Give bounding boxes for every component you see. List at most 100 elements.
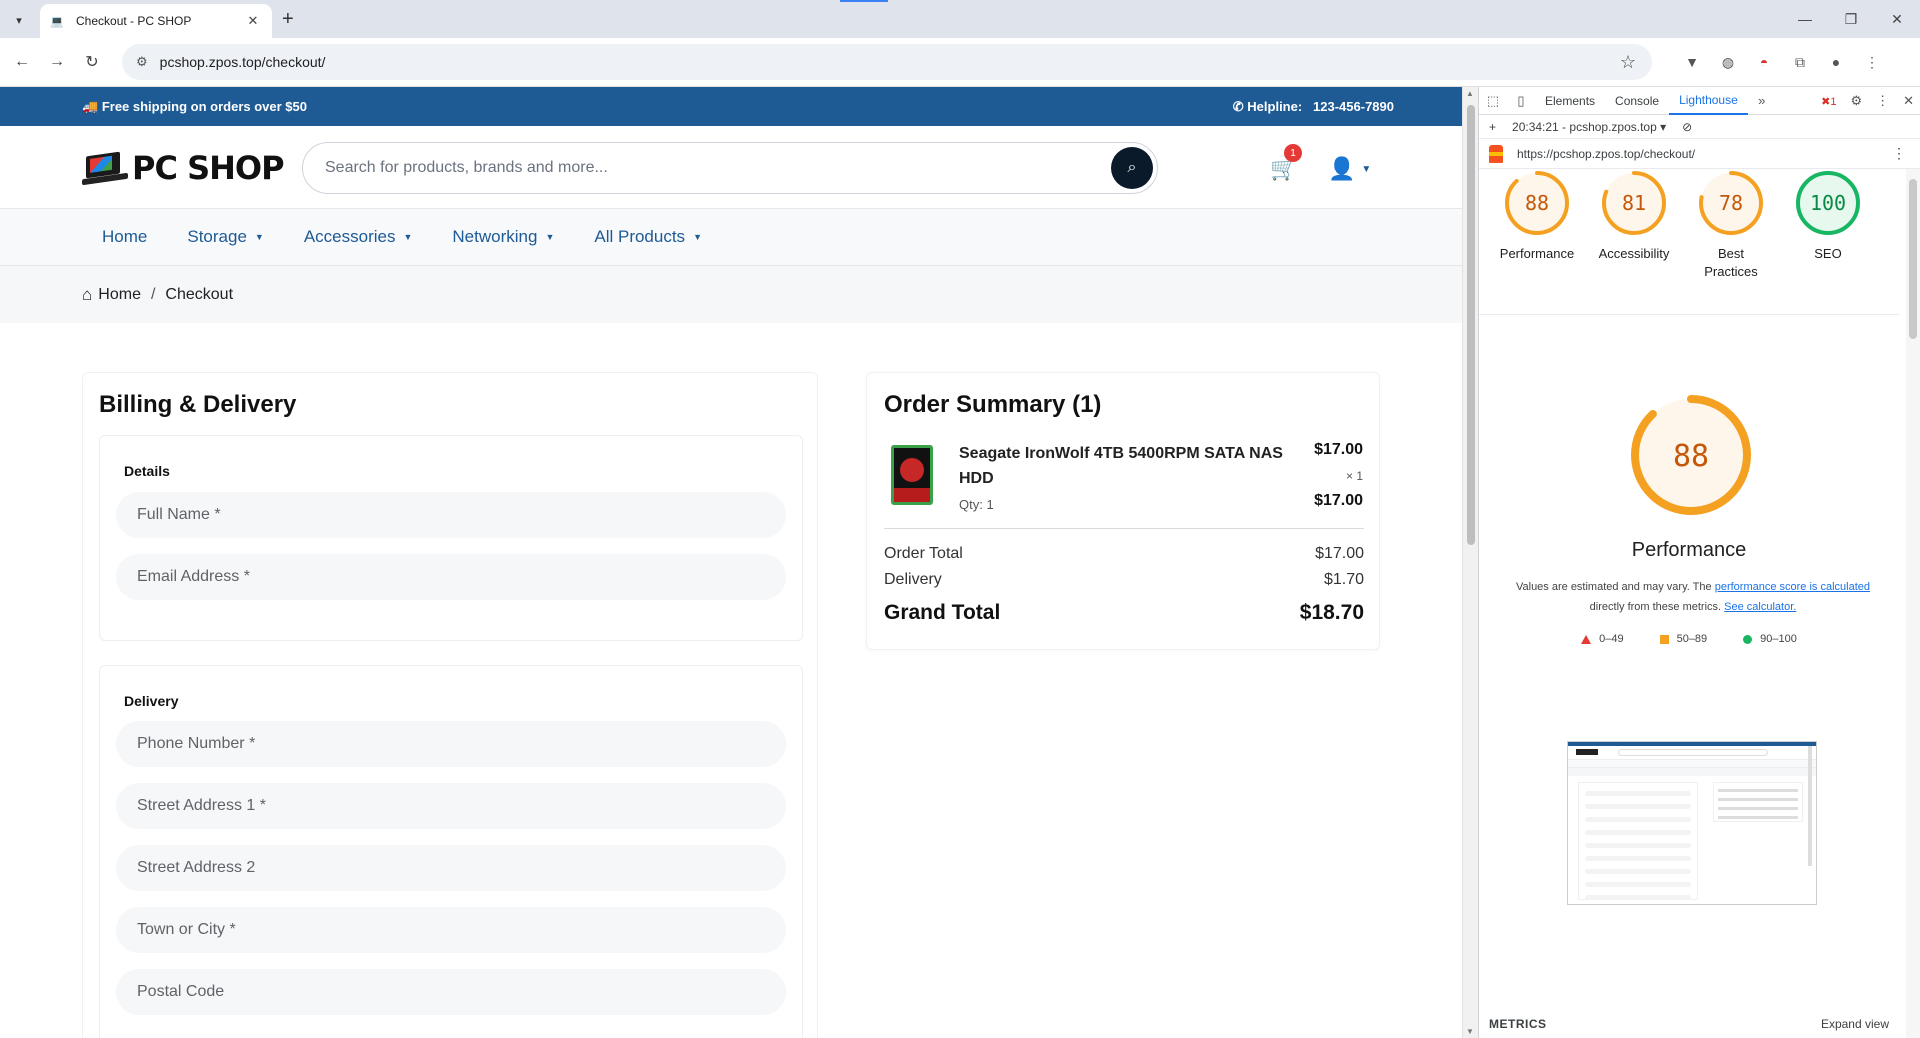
site-logo[interactable]: PC SHOP — [82, 149, 285, 187]
helpline: ✆ Helpline: 123-456-7890 — [1233, 99, 1394, 115]
nav-item-networking[interactable]: Networking ▼ — [452, 227, 554, 247]
nav-item-home[interactable]: Home — [102, 227, 147, 247]
scroll-up-icon[interactable]: ▲ — [1466, 89, 1474, 98]
inspect-element-icon[interactable]: ⬚ — [1479, 93, 1507, 109]
back-icon[interactable]: ← — [10, 50, 34, 74]
town-city-field[interactable] — [116, 907, 786, 953]
page-screenshot-thumbnail[interactable] — [1567, 741, 1817, 905]
street-address-2-field[interactable] — [116, 845, 786, 891]
browser-menu-icon[interactable]: ⋮ — [1860, 50, 1884, 74]
settings-gear-icon[interactable]: ⚙ — [1850, 93, 1862, 109]
page-scrollbar[interactable]: ▲ ▼ — [1462, 87, 1478, 1038]
extension-globe-icon[interactable]: ◍ — [1716, 50, 1740, 74]
gauge-best-practices[interactable]: 78 Best Practices — [1683, 169, 1779, 281]
close-window-icon[interactable]: ✕ — [1874, 0, 1920, 38]
product-line-total: $17.00 — [1314, 492, 1363, 509]
summary-divider — [884, 528, 1364, 529]
breadcrumb-current: Checkout — [165, 285, 234, 303]
gauge-score: 81 — [1622, 191, 1646, 215]
home-icon[interactable]: ⌂ — [82, 285, 92, 305]
nav-item-storage[interactable]: Storage ▼ — [187, 227, 263, 247]
tab-elements[interactable]: Elements — [1535, 87, 1605, 115]
close-devtools-icon[interactable]: ✕ — [1903, 93, 1914, 109]
free-shipping-text: Free shipping on orders over $50 — [101, 98, 307, 114]
metrics-title: METRICS — [1489, 1017, 1547, 1031]
full-name-field[interactable] — [116, 492, 786, 538]
error-count-badge[interactable]: ✖1 — [1821, 95, 1836, 108]
laptop-logo-icon — [82, 151, 130, 186]
bookmark-star-icon[interactable]: ☆ — [1620, 52, 1636, 73]
helpline-number[interactable]: 123-456-7890 — [1313, 99, 1394, 114]
score-calculated-link[interactable]: performance score is calculated — [1715, 581, 1870, 593]
nav-label: Home — [102, 227, 148, 246]
product-thumbnail[interactable] — [891, 445, 933, 505]
more-tabs-icon[interactable]: » — [1748, 93, 1776, 108]
gauge-score: 100 — [1810, 191, 1846, 215]
tab-close-icon[interactable]: ✕ — [244, 13, 262, 29]
new-report-icon[interactable]: + — [1489, 120, 1496, 134]
devtools-scrollbar[interactable] — [1906, 169, 1920, 1038]
details-title: Details — [124, 463, 170, 479]
site-header: PC SHOP ⌕ 🛒 1 👤 ▼ — [0, 126, 1462, 209]
search-button[interactable]: ⌕ — [1111, 147, 1153, 189]
email-field[interactable] — [116, 554, 786, 600]
restore-icon[interactable]: ❐ — [1828, 0, 1874, 38]
expand-view-button[interactable]: Expand view — [1821, 1017, 1889, 1038]
breadcrumb-separator: / — [150, 285, 156, 303]
legend-pass: 90–100 — [1743, 633, 1797, 645]
user-menu-button[interactable]: 👤 ▼ — [1328, 156, 1371, 182]
delivery-label: Delivery — [884, 571, 942, 588]
gauge-ring: 100 — [1796, 171, 1860, 235]
main-gauge-score: 88 — [1673, 439, 1709, 474]
report-select[interactable]: 20:34:21 - pcshop.zpos.top ▾ — [1512, 120, 1666, 134]
forward-icon[interactable]: → — [45, 50, 69, 74]
extension-filter-icon[interactable]: ▼ — [1680, 50, 1704, 74]
see-calculator-link[interactable]: See calculator. — [1724, 601, 1796, 613]
gauge-accessibility[interactable]: 81 Accessibility — [1586, 169, 1682, 263]
devtools-scrollbar-thumb[interactable] — [1909, 179, 1917, 339]
reload-icon[interactable]: ↻ — [80, 50, 104, 74]
report-select-value: 20:34:21 - pcshop.zpos.top — [1512, 119, 1657, 134]
gauge-seo[interactable]: 100 SEO — [1780, 169, 1876, 263]
tab-search-icon[interactable]: ▾ — [8, 9, 30, 31]
gauge-ring: 81 — [1602, 171, 1666, 235]
delivery-value: $1.70 — [1323, 571, 1364, 588]
nav-item-accessories[interactable]: Accessories ▼ — [304, 227, 413, 247]
legend-fail: 0–49 — [1581, 633, 1624, 645]
site-info-icon[interactable]: ⚙ — [136, 54, 148, 70]
browser-toolbar: ← → ↻ ⚙ pcshop.zpos.top/checkout/ ☆ ▼ ◍ … — [0, 38, 1920, 87]
nav-item-all-products[interactable]: All Products ▼ — [594, 227, 702, 247]
search-input[interactable] — [325, 159, 1085, 177]
grand-total-label: Grand Total — [884, 601, 1001, 624]
tab-console[interactable]: Console — [1605, 87, 1669, 115]
tab-lighthouse[interactable]: Lighthouse — [1669, 87, 1748, 115]
product-name[interactable]: Seagate IronWolf 4TB 5400RPM SATA NAS HD… — [959, 441, 1299, 491]
devtools-menu-icon[interactable]: ⋮ — [1876, 93, 1889, 109]
postal-code-field[interactable] — [116, 969, 786, 1015]
scroll-down-icon[interactable]: ▼ — [1466, 1027, 1474, 1036]
address-url[interactable]: pcshop.zpos.top/checkout/ — [160, 54, 326, 70]
profile-avatar-icon[interactable]: ● — [1824, 50, 1848, 74]
helpline-label: Helpline: — [1247, 98, 1303, 114]
phone-field[interactable] — [116, 721, 786, 767]
phone-icon: ✆ — [1232, 98, 1244, 114]
new-tab-icon[interactable]: + — [282, 9, 294, 29]
page-scrollbar-thumb[interactable] — [1467, 105, 1475, 545]
minimize-icon[interactable]: — — [1782, 0, 1828, 38]
caret-down-icon: ▼ — [254, 232, 264, 242]
cart-button[interactable]: 🛒 1 — [1270, 144, 1302, 182]
street-address-1-field[interactable] — [116, 783, 786, 829]
address-bar[interactable]: ⚙ pcshop.zpos.top/checkout/ ☆ — [122, 44, 1652, 80]
web-page: 🚚 Free shipping on orders over $50 ✆ Hel… — [0, 87, 1462, 1038]
nav-label: Networking — [452, 227, 538, 246]
extensions-puzzle-icon[interactable]: ⧉ — [1788, 50, 1812, 74]
triangle-icon — [1581, 634, 1592, 644]
browser-tab-active[interactable]: 💻 Checkout - PC SHOP ✕ — [40, 4, 272, 38]
delivery-row: Delivery $1.70 — [884, 571, 1364, 589]
clear-reports-icon[interactable]: ⊘ — [1682, 120, 1692, 134]
extension-pokeball-icon[interactable]: ◓ — [1752, 50, 1776, 74]
gauge-performance[interactable]: 88 Performance — [1489, 169, 1585, 263]
device-toolbar-icon[interactable]: ▯ — [1507, 93, 1535, 109]
report-menu-icon[interactable]: ⋮ — [1892, 145, 1906, 162]
breadcrumb-home[interactable]: Home — [98, 286, 141, 304]
